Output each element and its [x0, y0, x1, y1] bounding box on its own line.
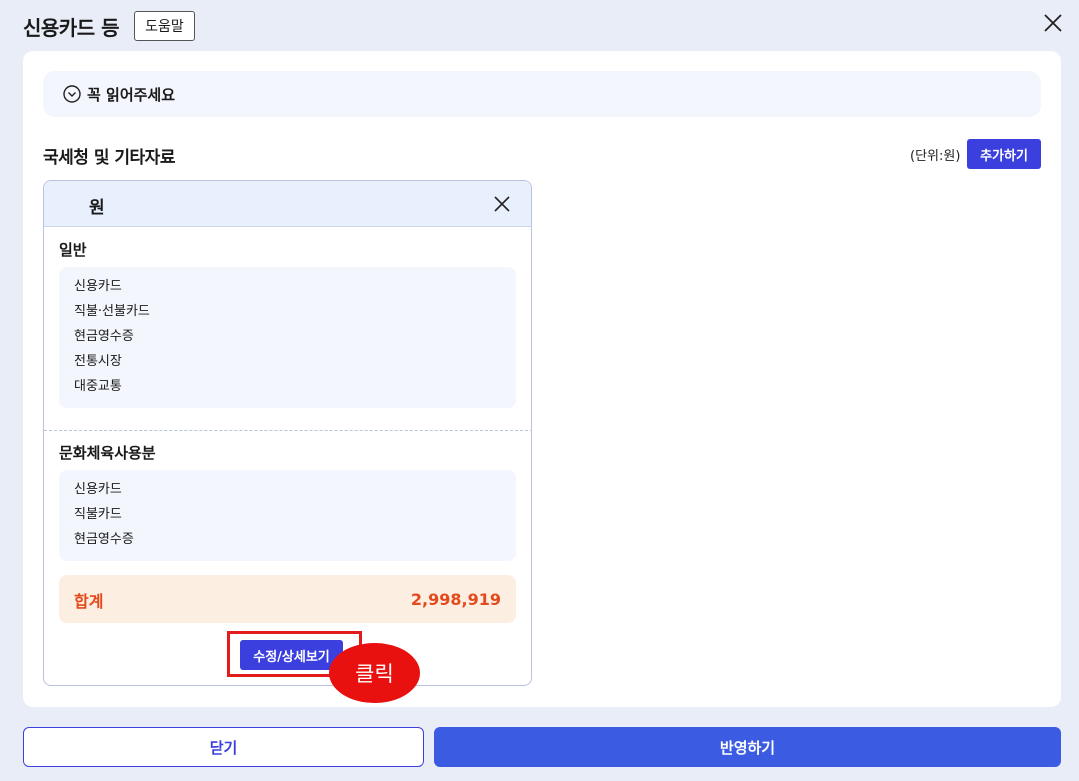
dialog-header: 신용카드 등 도움말 [0, 0, 1079, 52]
list-item[interactable]: 직불카드 [74, 505, 501, 530]
unit-label: (단위:원) [910, 149, 961, 164]
click-annotation: 클릭 [329, 643, 420, 703]
total-row: 합계 2,998,919 [59, 575, 516, 623]
culture-list: 신용카드 직불카드 현금영수증 [59, 470, 516, 561]
data-card: 원 일반 신용카드 직불·선불카드 현금영수증 전통시장 대중교통 문화체육사용… [43, 180, 532, 686]
list-item[interactable]: 신용카드 [74, 277, 501, 302]
divider [44, 430, 531, 431]
general-group-title: 일반 [59, 241, 87, 259]
close-icon[interactable] [1043, 13, 1063, 33]
add-button[interactable]: 추가하기 [967, 139, 1041, 169]
total-value: 2,998,919 [410, 590, 501, 609]
apply-button[interactable]: 반영하기 [434, 727, 1061, 767]
help-button[interactable]: 도움말 [134, 11, 195, 41]
list-item[interactable]: 대중교통 [74, 377, 501, 402]
content-panel: 꼭 읽어주세요 국세청 및 기타자료 (단위:원) 추가하기 원 일반 신용카드… [23, 51, 1061, 707]
dialog-title: 신용카드 등 [23, 16, 119, 40]
list-item[interactable]: 전통시장 [74, 352, 501, 377]
close-button[interactable]: 닫기 [23, 727, 424, 767]
chevron-down-circle-icon [63, 85, 81, 103]
list-item[interactable]: 신용카드 [74, 480, 501, 505]
total-label: 합계 [74, 592, 104, 611]
notice-toggle[interactable]: 꼭 읽어주세요 [43, 71, 1041, 117]
section-title: 국세청 및 기타자료 [43, 148, 175, 168]
card-unit-label: 원 [89, 198, 105, 218]
general-list: 신용카드 직불·선불카드 현금영수증 전통시장 대중교통 [59, 267, 516, 408]
culture-group-title: 문화체육사용분 [59, 444, 156, 462]
list-item[interactable]: 직불·선불카드 [74, 302, 501, 327]
card-header: 원 [44, 181, 531, 227]
edit-detail-button[interactable]: 수정/상세보기 [240, 640, 343, 670]
card-close-icon[interactable] [494, 196, 510, 212]
notice-label: 꼭 읽어주세요 [87, 85, 176, 104]
list-item[interactable]: 현금영수증 [74, 327, 501, 352]
list-item[interactable]: 현금영수증 [74, 530, 501, 555]
